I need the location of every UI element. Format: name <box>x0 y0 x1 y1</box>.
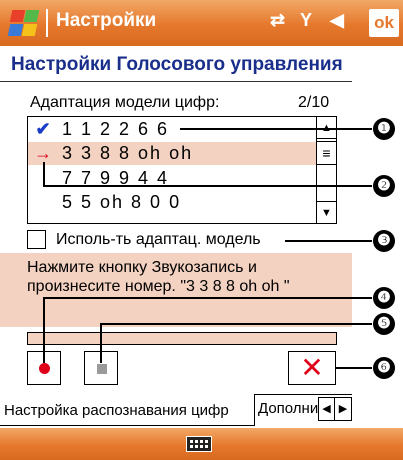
signal-icon[interactable]: Y <box>300 10 312 31</box>
scroll-down-icon[interactable]: ▼ <box>317 201 336 223</box>
volume-icon[interactable]: ◀ <box>330 10 344 31</box>
list-item-value: 3 3 8 8 oh oh <box>62 143 194 163</box>
callout-line-5 <box>100 323 372 325</box>
bottom-bar <box>0 428 403 460</box>
callout-line-3 <box>285 240 372 242</box>
stop-icon <box>97 364 107 374</box>
app-title: Настройки <box>56 10 157 31</box>
callout-line-2 <box>43 185 372 187</box>
callout-line-1 <box>180 128 372 130</box>
callout-5: ❺ <box>373 313 395 335</box>
callout-line-5v <box>100 323 102 363</box>
ok-button[interactable]: ok <box>369 9 399 37</box>
callout-line-2v <box>43 162 45 186</box>
instruction-text: Нажмите кнопку Звукозапись и произнесите… <box>27 259 290 295</box>
keyboard-icon[interactable] <box>186 436 212 452</box>
list-item[interactable]: 5 5 oh 8 0 0 <box>28 191 318 214</box>
scroll-thumb[interactable]: ≡ <box>317 141 336 165</box>
delete-button[interactable]: ✕ <box>288 351 336 385</box>
tab-scroll[interactable]: ◀ ▶ <box>318 397 352 421</box>
callout-line-4 <box>43 297 372 299</box>
list-item-value: 1 1 2 2 6 6 <box>62 119 170 139</box>
list-item-selected[interactable]: → 3 3 8 8 oh oh <box>28 142 318 165</box>
page-title: Настройки Голосового управления <box>11 54 343 75</box>
tab-label: Настройка распознавания цифр <box>4 402 229 419</box>
callout-line-6 <box>336 367 372 369</box>
check-icon: ✔ <box>35 119 51 139</box>
sync-icon[interactable]: ⇄ <box>270 10 285 31</box>
title-bar: Настройки ⇄ Y ◀ ok <box>0 0 403 46</box>
title-divider <box>0 81 352 82</box>
use-adapted-model-label: Исполь-ть адаптац. модель <box>56 231 261 248</box>
callout-2: ❷ <box>373 175 395 197</box>
callout-3: ❸ <box>373 230 395 252</box>
callout-4: ❹ <box>373 287 395 309</box>
digit-list[interactable]: ✔ 1 1 2 2 6 6 → 3 3 8 8 oh oh 7 7 9 9 4 … <box>27 116 337 224</box>
callout-line-4v <box>43 297 45 363</box>
use-adapted-model-checkbox[interactable] <box>27 230 46 249</box>
callout-6: ❻ <box>373 357 395 379</box>
title-separator <box>46 9 48 37</box>
tab-advanced[interactable]: Дополнительно <box>258 398 318 422</box>
tab-right-icon[interactable]: ▶ <box>335 398 351 420</box>
record-icon <box>39 363 50 374</box>
tab-left-icon[interactable]: ◀ <box>319 398 335 420</box>
recording-progress-bar <box>27 332 337 345</box>
callout-1: ❶ <box>373 118 395 140</box>
list-item-value: 5 5 oh 8 0 0 <box>62 192 182 212</box>
windows-start-icon[interactable] <box>7 8 40 38</box>
tab-digit-recognition[interactable]: Настройка распознавания цифр <box>0 394 255 426</box>
adaptation-count: 2/10 <box>298 94 330 111</box>
adaptation-label: Адаптация модели цифр: <box>30 94 220 111</box>
list-scrollbar[interactable]: ▲ ≡ ▼ <box>316 117 336 223</box>
